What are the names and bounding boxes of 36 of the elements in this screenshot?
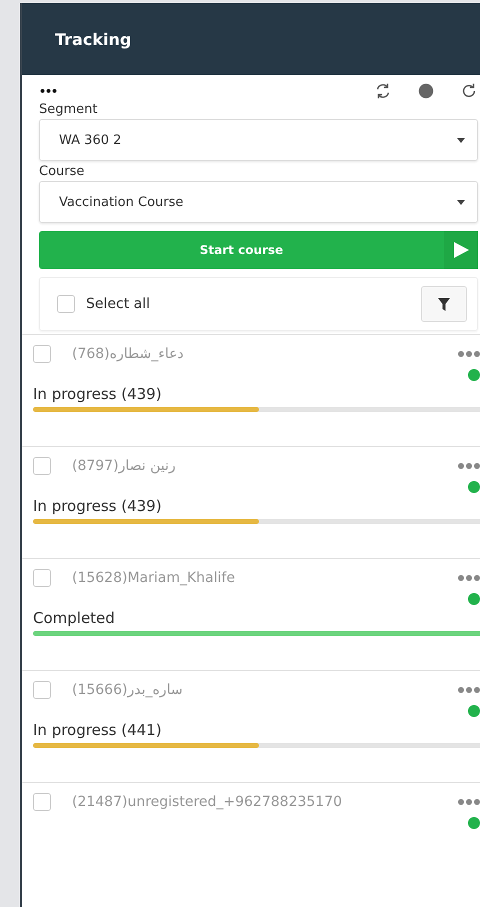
progress-label: In progress (441)	[33, 721, 163, 739]
play-button[interactable]	[444, 231, 478, 269]
caret-icon	[457, 138, 465, 142]
participant-name: (768)دعاء_شطاره	[72, 346, 185, 362]
participant-name: (21487)unregistered_+962788235170	[72, 794, 344, 810]
more-menu[interactable]: •••	[39, 84, 374, 98]
progress-label: Completed	[33, 609, 116, 627]
play-icon	[453, 242, 469, 258]
filter-button[interactable]	[421, 286, 467, 322]
segment-select[interactable]: WA 360 2	[39, 119, 478, 161]
field-label: Segment	[39, 102, 98, 117]
more-icon[interactable]	[458, 687, 480, 693]
more-icon[interactable]	[458, 463, 480, 469]
more-icon[interactable]	[458, 799, 480, 805]
course-select[interactable]: Vaccination Course	[39, 181, 478, 223]
caret-icon	[457, 200, 465, 204]
header-title: Tracking	[55, 30, 132, 48]
participant-name: (8797)رنين نصار	[72, 458, 177, 474]
checkbox[interactable]	[33, 457, 51, 475]
circle-icon[interactable]	[417, 82, 435, 100]
field-label: Course	[39, 164, 86, 179]
filter-icon	[438, 298, 450, 310]
select-all-label: Select all	[86, 296, 151, 312]
checkbox[interactable]	[33, 681, 51, 699]
progress-label: In progress (439)	[33, 385, 163, 403]
participant-name: (15666)ساره_بدر	[72, 682, 184, 698]
checkbox[interactable]	[57, 295, 75, 313]
progress-label: In progress (439)	[33, 497, 163, 515]
checkbox[interactable]	[33, 345, 51, 363]
participant-name: (15628)Mariam_Khalife	[72, 570, 236, 586]
redo-icon[interactable]	[460, 82, 478, 100]
sync-icon[interactable]	[374, 82, 392, 100]
checkbox[interactable]	[33, 793, 51, 811]
checkbox[interactable]	[33, 569, 51, 587]
more-icon[interactable]	[458, 351, 480, 357]
more-icon[interactable]	[458, 575, 480, 581]
